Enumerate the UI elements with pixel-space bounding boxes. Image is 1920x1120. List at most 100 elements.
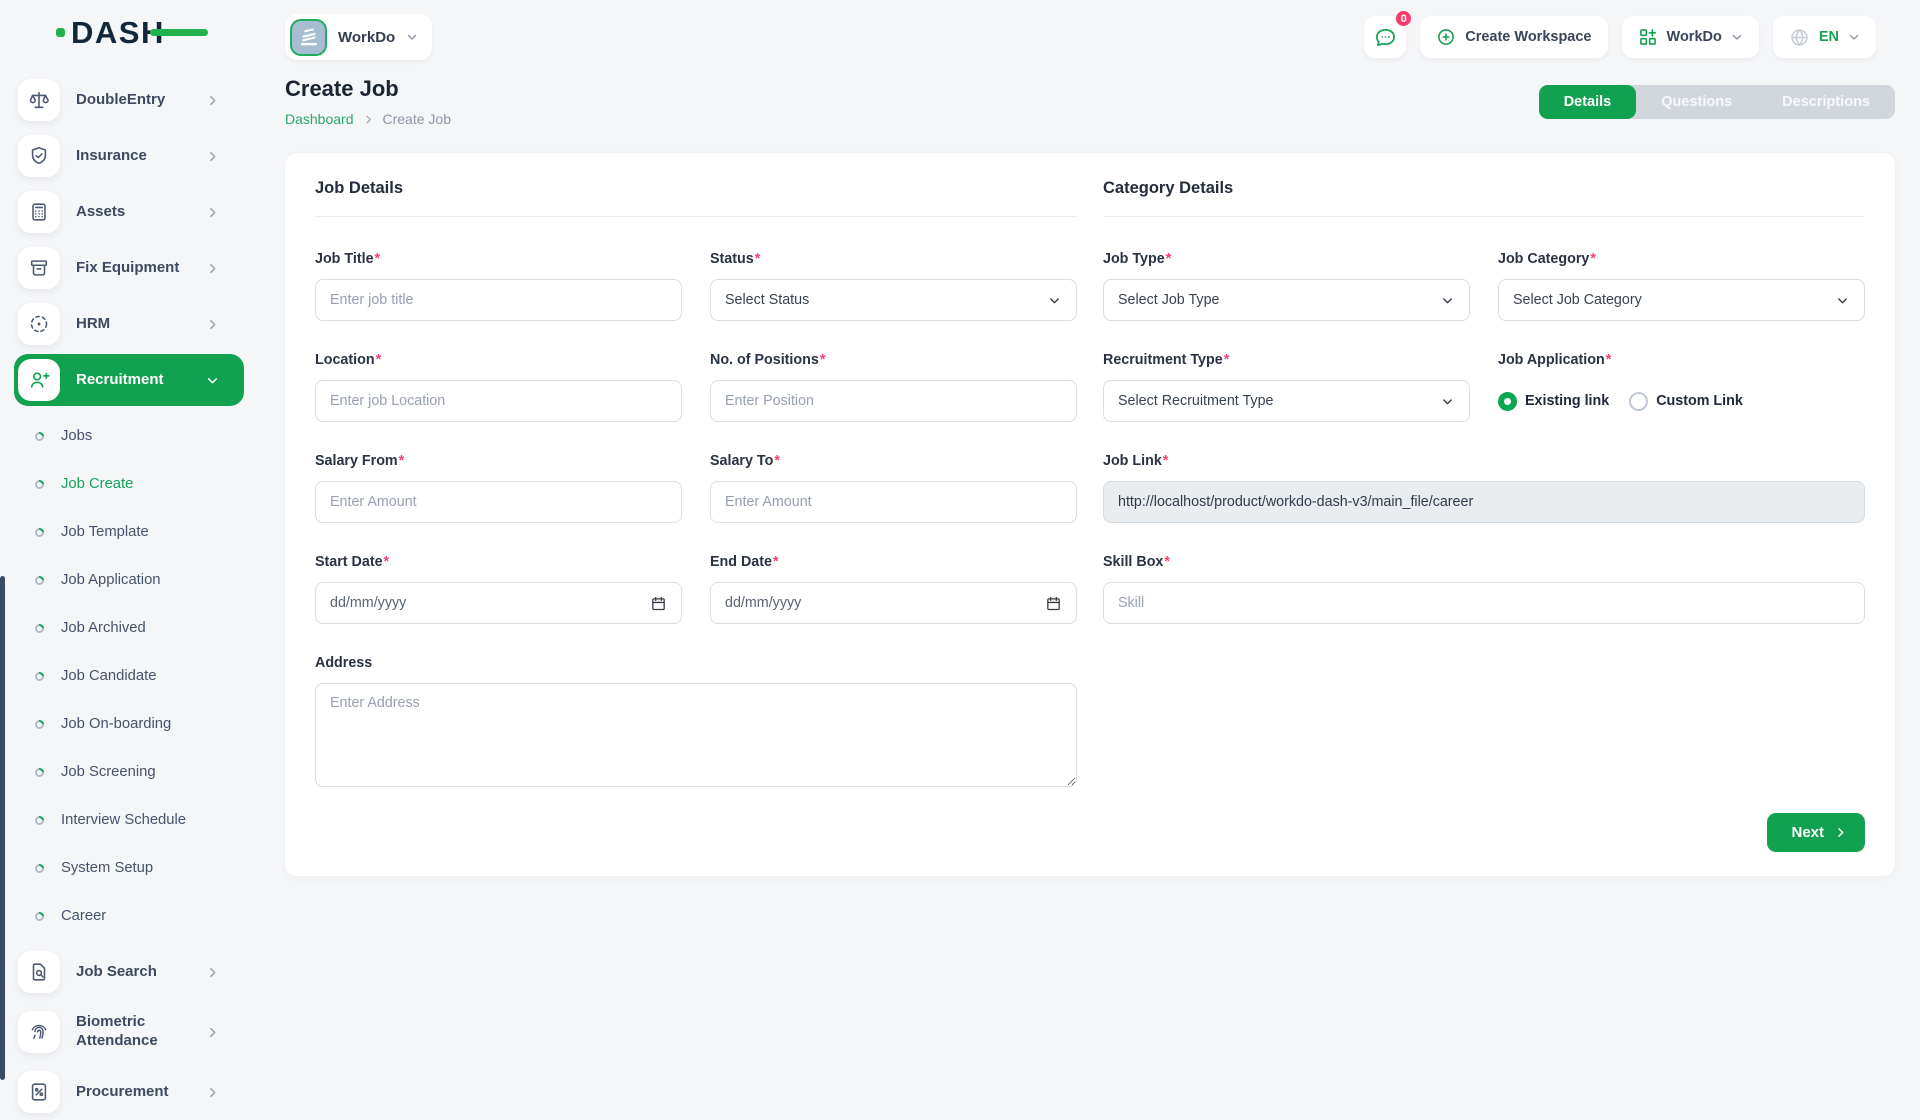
- sidebar-item-job-search[interactable]: Job Search: [0, 944, 258, 1000]
- sidebar-item-doubleentry[interactable]: DoubleEntry: [0, 72, 258, 128]
- job-application-field: Job Application* Existing link Custom Li…: [1498, 352, 1865, 422]
- select-value: Select Job Type: [1118, 292, 1219, 308]
- sidebar-subitem-job-candidate[interactable]: Job Candidate: [0, 652, 258, 700]
- date-placeholder: dd/mm/yyyy: [330, 595, 406, 611]
- breadcrumb-dashboard-link[interactable]: Dashboard: [285, 111, 354, 127]
- language-label: EN: [1819, 29, 1839, 45]
- tab-descriptions[interactable]: Descriptions: [1757, 85, 1895, 119]
- sidebar-scrollbar[interactable]: [0, 576, 5, 1080]
- start-date-input[interactable]: dd/mm/yyyy: [315, 582, 682, 624]
- sidebar-subitem-jobs[interactable]: Jobs: [0, 412, 258, 460]
- tab-details[interactable]: Details: [1539, 85, 1637, 119]
- job-category-select[interactable]: Select Job Category: [1498, 279, 1865, 321]
- workdo-menu-button[interactable]: WorkDo: [1622, 16, 1759, 58]
- start-date-field: Start Date* dd/mm/yyyy: [315, 554, 682, 624]
- field-label: Skill Box: [1103, 554, 1163, 570]
- end-date-input[interactable]: dd/mm/yyyy: [710, 582, 1077, 624]
- create-workspace-button[interactable]: Create Workspace: [1420, 16, 1607, 58]
- sidebar-item-biometric-attendance[interactable]: Biometric Attendance: [0, 1000, 258, 1064]
- salary-to-input[interactable]: [710, 481, 1077, 523]
- recruitment-type-field: Recruitment Type* Select Recruitment Typ…: [1103, 352, 1470, 422]
- required-asterisk: *: [399, 453, 405, 469]
- chevron-down-icon: [1835, 293, 1850, 308]
- select-value: Select Job Category: [1513, 292, 1642, 308]
- bullet-icon: [35, 624, 44, 633]
- required-asterisk: *: [1224, 352, 1230, 368]
- chevron-right-icon: [206, 262, 219, 275]
- chevron-down-icon: [1848, 31, 1860, 43]
- radio-label: Custom Link: [1656, 393, 1743, 409]
- sidebar-subitem-interview-schedule[interactable]: Interview Schedule: [0, 796, 258, 844]
- sidebar-subitem-job-application[interactable]: Job Application: [0, 556, 258, 604]
- sidebar-item-assets[interactable]: Assets: [0, 184, 258, 240]
- document-search-icon: [18, 951, 60, 993]
- chevron-down-icon: [1731, 31, 1743, 43]
- globe-icon: [1789, 27, 1810, 48]
- positions-input[interactable]: [710, 380, 1077, 422]
- chevron-right-icon: [206, 318, 219, 331]
- job-category-field: Job Category* Select Job Category: [1498, 251, 1865, 321]
- custom-link-radio[interactable]: Custom Link: [1629, 392, 1743, 411]
- next-label: Next: [1791, 824, 1824, 841]
- radio-selected-icon: [1498, 392, 1517, 411]
- brand-logo[interactable]: DASH: [0, 0, 258, 64]
- archive-box-icon: [18, 247, 60, 289]
- bullet-icon: [35, 768, 44, 777]
- status-select[interactable]: Select Status: [710, 279, 1077, 321]
- sidebar-item-hrm[interactable]: HRM: [0, 296, 258, 352]
- sidebar-item-label: Biometric Attendance: [76, 1013, 206, 1051]
- sidebar-item-insurance[interactable]: Insurance: [0, 128, 258, 184]
- radio-label: Existing link: [1525, 393, 1609, 409]
- sidebar-item-procurement[interactable]: Procurement: [0, 1064, 258, 1120]
- messages-button[interactable]: 0: [1364, 16, 1406, 58]
- location-input[interactable]: [315, 380, 682, 422]
- required-asterisk: *: [1166, 251, 1172, 267]
- scale-icon: [18, 79, 60, 121]
- sidebar-item-recruitment[interactable]: Recruitment: [14, 354, 244, 406]
- sidebar-subitem-job-archived[interactable]: Job Archived: [0, 604, 258, 652]
- address-textarea[interactable]: [315, 683, 1077, 787]
- percent-document-icon: [18, 1071, 60, 1113]
- job-type-select[interactable]: Select Job Type: [1103, 279, 1470, 321]
- field-label: Job Link: [1103, 453, 1162, 469]
- calendar-icon[interactable]: [650, 595, 667, 612]
- topbar-actions: 0 Create Workspace WorkDo: [1364, 16, 1876, 58]
- sidebar-subitem-job-template[interactable]: Job Template: [0, 508, 258, 556]
- plus-circle-icon: [1436, 27, 1456, 47]
- chevron-right-icon: [363, 114, 374, 125]
- status-field: Status* Select Status: [710, 251, 1077, 321]
- sidebar-subitem-system-setup[interactable]: System Setup: [0, 844, 258, 892]
- page-title: Create Job: [285, 76, 451, 102]
- required-asterisk: *: [773, 554, 779, 570]
- next-button[interactable]: Next: [1767, 813, 1865, 852]
- salary-from-input[interactable]: [315, 481, 682, 523]
- sidebar-item-fix-equipment[interactable]: Fix Equipment: [0, 240, 258, 296]
- sidebar-subitem-career[interactable]: Career: [0, 892, 258, 940]
- workspace-selector[interactable]: WorkDo: [285, 14, 432, 60]
- bullet-icon: [35, 672, 44, 681]
- field-label: Start Date: [315, 554, 383, 570]
- skill-input[interactable]: [1103, 582, 1865, 624]
- job-title-input[interactable]: [315, 279, 682, 321]
- chevron-down-icon: [1047, 293, 1062, 308]
- sidebar-item-label: Fix Equipment: [76, 259, 206, 278]
- chevron-right-icon: [206, 1086, 219, 1099]
- sidebar-subitem-job-screening[interactable]: Job Screening: [0, 748, 258, 796]
- field-label: Location: [315, 352, 375, 368]
- sidebar-item-label: Procurement: [76, 1083, 206, 1102]
- recruitment-type-select[interactable]: Select Recruitment Type: [1103, 380, 1470, 422]
- existing-link-radio[interactable]: Existing link: [1498, 392, 1609, 411]
- calendar-icon[interactable]: [1045, 595, 1062, 612]
- building-icon: [290, 19, 327, 56]
- required-asterisk: *: [1606, 352, 1612, 368]
- tab-questions[interactable]: Questions: [1636, 85, 1757, 119]
- calculator-icon: [18, 191, 60, 233]
- page-head: Create Job Dashboard Create Job Details …: [258, 60, 1920, 127]
- language-selector[interactable]: EN: [1773, 16, 1876, 58]
- chevron-right-icon: [1834, 826, 1847, 839]
- bullet-icon: [35, 528, 44, 537]
- sidebar-subitem-job-create[interactable]: Job Create: [0, 460, 258, 508]
- sidebar-subitem-job-on-boarding[interactable]: Job On-boarding: [0, 700, 258, 748]
- dashed-circle-icon: [18, 303, 60, 345]
- chevron-down-icon: [1440, 293, 1455, 308]
